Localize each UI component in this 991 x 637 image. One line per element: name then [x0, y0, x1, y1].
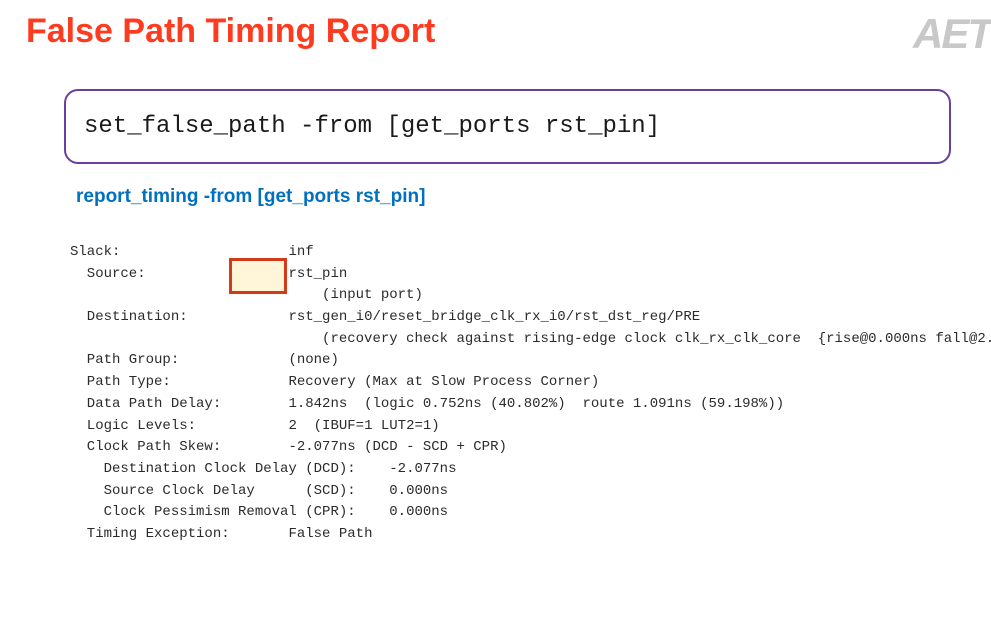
delay-value: 1.842ns (logic 0.752ns (40.802%) route 1…	[288, 396, 784, 412]
report-command: report_timing -from [get_ports rst_pin]	[76, 186, 991, 208]
row-scd: Source Clock Delay (SCD): 0.000ns	[70, 481, 991, 503]
scd-value: 0.000ns	[389, 483, 448, 499]
logic-value: 2 (IBUF=1 LUT2=1)	[288, 418, 439, 434]
row-dest-sub: (recovery check against rising-edge cloc…	[70, 329, 991, 351]
row-pathtype: Path Type: Recovery (Max at Slow Process…	[70, 372, 991, 394]
skew-value: -2.077ns (DCD - SCD + CPR)	[288, 439, 506, 455]
row-source: Source: rst_pin	[70, 264, 991, 286]
logic-label: Logic Levels:	[70, 418, 196, 434]
exc-value: False Path	[288, 526, 372, 542]
dest-value: rst_gen_i0/reset_bridge_clk_rx_i0/rst_ds…	[288, 309, 700, 325]
row-slack: Slack: inf	[70, 242, 991, 264]
skew-label: Clock Path Skew:	[70, 439, 221, 455]
pathtype-value: Recovery (Max at Slow Process Corner)	[288, 374, 599, 390]
cpr-value: 0.000ns	[389, 504, 448, 520]
report-body: Slack: inf Source: rst_pin (input port) …	[70, 242, 991, 546]
pathgroup-value: (none)	[288, 352, 338, 368]
row-logic: Logic Levels: 2 (IBUF=1 LUT2=1)	[70, 416, 991, 438]
row-dest: Destination: rst_gen_i0/reset_bridge_clk…	[70, 307, 991, 329]
row-source-sub: (input port)	[70, 285, 991, 307]
exc-label: Timing Exception:	[70, 526, 230, 542]
pathgroup-label: Path Group:	[70, 352, 179, 368]
row-dcd: Destination Clock Delay (DCD): -2.077ns	[70, 459, 991, 481]
slack-value: inf	[288, 244, 313, 260]
source-value: rst_pin	[288, 266, 347, 282]
dest-label: Destination:	[70, 309, 188, 325]
source-sub: (input port)	[322, 287, 423, 303]
dcd-value: -2.077ns	[389, 461, 456, 477]
page-title: False Path Timing Report	[0, 0, 991, 51]
row-delay: Data Path Delay: 1.842ns (logic 0.752ns …	[70, 394, 991, 416]
row-exc: Timing Exception: False Path	[70, 524, 991, 546]
command-box: set_false_path -from [get_ports rst_pin]	[64, 89, 951, 164]
logo-text: AET	[913, 10, 991, 58]
delay-label: Data Path Delay:	[70, 396, 221, 412]
row-cpr: Clock Pessimism Removal (CPR): 0.000ns	[70, 502, 991, 524]
source-label: Source:	[70, 266, 146, 282]
row-skew: Clock Path Skew: -2.077ns (DCD - SCD + C…	[70, 437, 991, 459]
slack-label: Slack:	[70, 244, 120, 260]
pathtype-label: Path Type:	[70, 374, 171, 390]
scd-label: Source Clock Delay (SCD):	[70, 483, 356, 499]
cpr-label: Clock Pessimism Removal (CPR):	[70, 504, 356, 520]
dest-sub: (recovery check against rising-edge cloc…	[322, 331, 991, 347]
row-pathgroup: Path Group: (none)	[70, 350, 991, 372]
dcd-label: Destination Clock Delay (DCD):	[70, 461, 356, 477]
